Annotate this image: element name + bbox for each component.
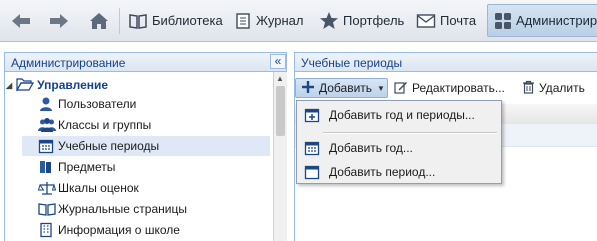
home-icon [88, 11, 110, 31]
nav-portfolio-label: Портфель [343, 13, 405, 28]
subject-icon [38, 159, 54, 175]
menu-item-label: Добавить период... [329, 165, 436, 179]
scroll-up-arrow-icon[interactable]: ▲ [276, 74, 284, 83]
back-button[interactable] [4, 4, 38, 37]
dropdown-arrow-icon: ▼ [377, 83, 385, 93]
user-icon [38, 96, 54, 112]
left-panel-scrollbar[interactable]: ▲ [273, 72, 287, 241]
menu-item-add-year-and-periods[interactable]: Добавить год и периоды... [298, 103, 500, 127]
tree-item-label: Шкалы оценок [58, 181, 139, 195]
delete-button[interactable]: Удалить [522, 78, 585, 98]
tree-item-school-info[interactable]: Информация о школе [22, 220, 270, 240]
arrow-left-icon [10, 11, 32, 31]
tree-root-label: Управление [37, 78, 109, 92]
tree-node-management[interactable]: ◢ Управление [6, 76, 108, 94]
folder-open-icon [16, 77, 35, 94]
left-panel-header: Администрирование [4, 52, 287, 72]
group-icon [38, 117, 56, 133]
tree-item-label: Журнальные страницы [58, 202, 187, 216]
plus-icon [301, 80, 315, 97]
home-button[interactable] [82, 4, 116, 37]
journal-icon [234, 12, 252, 30]
tree-item-classes[interactable]: Классы и группы [22, 115, 270, 135]
menu-item-add-period[interactable]: Добавить период... [298, 160, 500, 184]
add-button-label: Добавить [319, 81, 373, 95]
edit-button[interactable]: Редактировать... [394, 78, 505, 98]
add-dropdown-menu: Добавить год и периоды... Добавить год..… [296, 100, 502, 184]
star-icon [319, 11, 339, 31]
tree-item-label: Информация о школе [58, 223, 180, 237]
calendar-year-icon [304, 140, 320, 159]
add-button[interactable]: Добавить ▼ [295, 78, 388, 98]
collapse-panel-button[interactable]: « [270, 54, 286, 69]
scale-icon [37, 180, 57, 196]
right-panel-title: Учебные периоды [301, 56, 403, 70]
main-toolbar: Библиотека Журнал Портфель Почта Админис… [0, 0, 597, 42]
pencil-icon [394, 80, 408, 97]
arrow-right-icon [48, 11, 70, 31]
nav-admin[interactable]: Администрир [487, 4, 597, 37]
tree-item-label: Предметы [58, 160, 116, 174]
tree-item-journal-pages[interactable]: Журнальные страницы [22, 199, 270, 219]
tree-item-subjects[interactable]: Предметы [22, 157, 270, 177]
calendar-icon [38, 138, 54, 154]
nav-library-label: Библиотека [152, 13, 223, 28]
nav-journal-label: Журнал [256, 13, 304, 28]
delete-button-label: Удалить [539, 81, 585, 95]
trash-icon [522, 80, 535, 97]
menu-item-add-year[interactable]: Добавить год... [298, 136, 500, 160]
toolbar-separator [119, 8, 120, 34]
menu-item-label: Добавить год... [329, 141, 413, 155]
menu-separator [323, 132, 497, 134]
tree-item-periods[interactable]: Учебные периоды [22, 136, 270, 156]
building-icon [38, 222, 54, 238]
forward-button[interactable] [42, 4, 76, 37]
calendar-period-icon [304, 164, 320, 183]
nav-mail-label: Почта [440, 13, 477, 28]
tree-item-grade-scales[interactable]: Шкалы оценок [22, 178, 270, 198]
nav-portfolio[interactable]: Портфель [313, 4, 410, 37]
calendar-add-icon [304, 107, 320, 126]
nav-mail[interactable]: Почта [410, 4, 482, 37]
tree-item-label: Учебные периоды [58, 139, 160, 153]
mail-icon [416, 13, 436, 29]
right-panel-header: Учебные периоды [294, 52, 597, 72]
double-chevron-left-icon: « [274, 54, 282, 68]
menu-item-label: Добавить год и периоды... [329, 108, 475, 122]
tree-expanded-arrow-icon[interactable]: ◢ [6, 81, 12, 90]
nav-admin-label: Администрир [516, 13, 597, 28]
nav-library[interactable]: Библиотека [122, 4, 229, 37]
book-icon [128, 12, 148, 30]
left-panel-title: Администрирование [11, 56, 126, 70]
scrollbar-thumb[interactable] [276, 86, 285, 136]
pages-icon [38, 201, 56, 217]
edit-button-label: Редактировать... [412, 81, 505, 95]
tree-item-label: Пользователи [58, 97, 137, 111]
admin-icon [494, 12, 512, 30]
nav-journal[interactable]: Журнал [228, 4, 309, 37]
tree-item-label: Классы и группы [58, 118, 152, 132]
tree-item-users[interactable]: Пользователи [22, 94, 270, 114]
